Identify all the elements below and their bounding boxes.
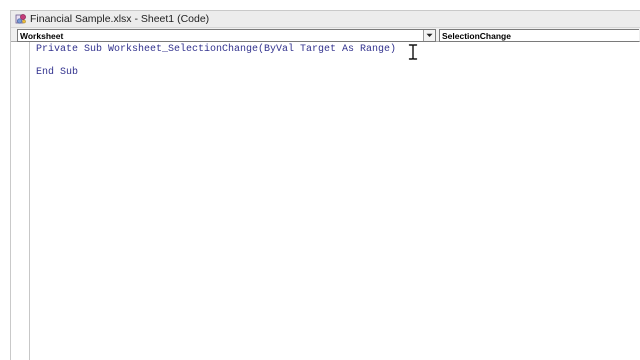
object-procedure-bar: Worksheet SelectionChange <box>11 28 640 42</box>
procedure-dropdown-value: SelectionChange <box>442 30 511 41</box>
code-editor[interactable]: Private Sub Worksheet_SelectionChange(By… <box>11 42 640 360</box>
desktop-background <box>0 0 640 10</box>
object-dropdown-value: Worksheet <box>20 30 64 41</box>
chevron-down-icon[interactable] <box>423 30 435 41</box>
procedure-dropdown[interactable]: SelectionChange <box>439 29 639 42</box>
text-ibeam-cursor-icon <box>408 44 418 60</box>
code-line[interactable]: End Sub <box>36 67 78 78</box>
window-title: Financial Sample.xlsx - Sheet1 (Code) <box>30 13 210 25</box>
margin-indicator-bar[interactable] <box>11 42 30 360</box>
vba-module-icon <box>15 13 27 25</box>
object-dropdown[interactable]: Worksheet <box>17 29 436 42</box>
window-titlebar[interactable]: Financial Sample.xlsx - Sheet1 (Code) <box>11 11 640 28</box>
code-window: Financial Sample.xlsx - Sheet1 (Code) Wo… <box>10 10 640 360</box>
code-line[interactable]: Private Sub Worksheet_SelectionChange(By… <box>36 44 396 55</box>
